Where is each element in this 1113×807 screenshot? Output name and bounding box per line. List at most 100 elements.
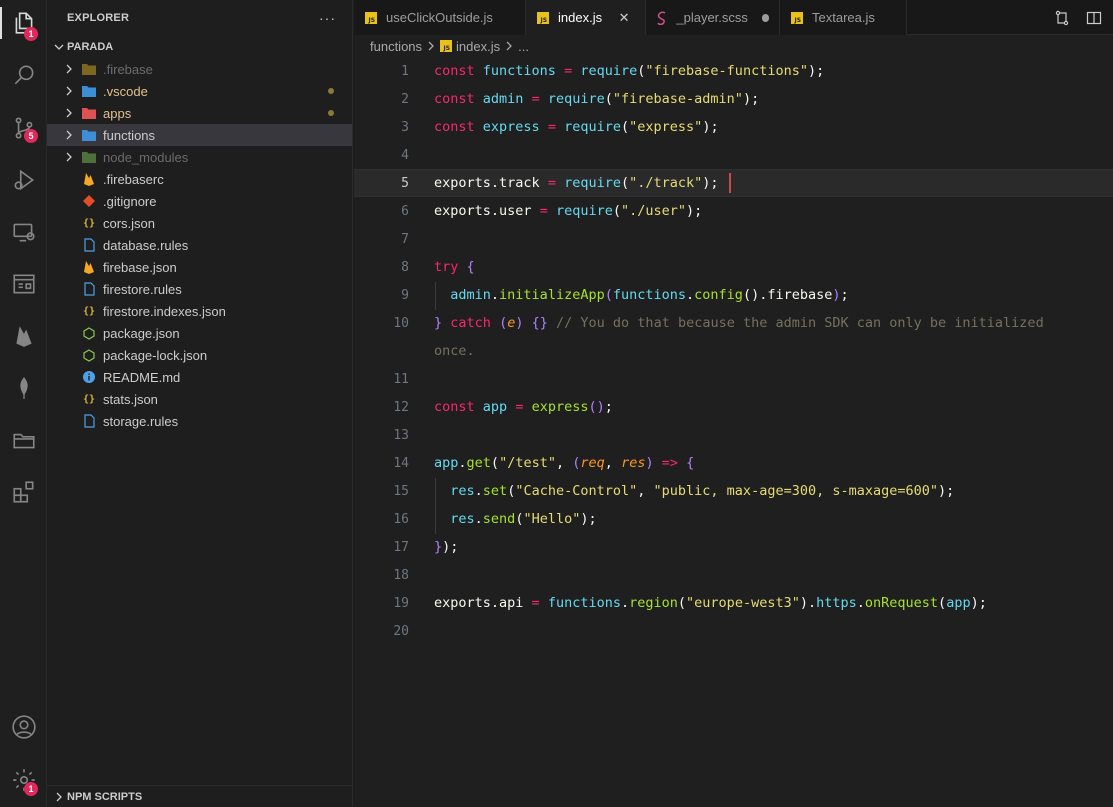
json-icon: {} [82,305,96,317]
folder-icon[interactable] [0,420,47,460]
code-line: 12 const app = express(); [354,393,1113,421]
tree-item-label: database.rules [103,237,189,253]
tree-item-label: .firebase [103,61,153,77]
line-number: 11 [393,371,409,387]
line-number: 9 [401,287,409,303]
remote-explorer-icon[interactable] [0,212,47,252]
code-editor[interactable]: 1 const functions = require("firebase-fun… [354,57,1113,807]
tree-item-label: storage.rules [103,413,179,429]
source-control-icon[interactable]: 5 [0,108,47,148]
editor-actions [1053,0,1103,35]
tree-item-file[interactable]: {} stats.json [47,388,352,410]
tree-item-node-modules-folder[interactable]: node_modules [47,146,352,168]
tree-item-label: apps [103,105,132,121]
tab-textarea[interactable]: JS Textarea.js [780,0,907,35]
firebase-icon[interactable] [0,316,47,356]
json-icon: {} [82,393,96,405]
code-line: 4 [354,141,1113,169]
tree-item-vscode-folder[interactable]: .vscode [47,80,352,102]
tree-item-apps-folder[interactable]: apps [47,102,352,124]
code-line: 20 [354,617,1113,645]
tree-item-file[interactable]: README.md [47,366,352,388]
files-icon[interactable]: 1 [0,3,47,43]
js-icon: JS [440,40,453,52]
npm-scripts-section[interactable]: NPM SCRIPTS [47,785,353,807]
split-editor-icon[interactable] [1085,9,1103,27]
tab-index-js[interactable]: JS index.js ✕ [526,0,646,35]
breadcrumb-folder[interactable]: functions [370,39,422,54]
search-icon[interactable] [0,55,47,95]
tab-player-scss[interactable]: _player.scss [646,0,780,35]
explorer-sidebar: EXPLORER ··· PARADA .firebase .vscode ap… [47,0,353,807]
explorer-badge: 1 [24,27,38,41]
tree-item-file[interactable]: storage.rules [47,410,352,432]
code-line: 8 try { [354,253,1113,281]
workspace-root[interactable]: PARADA [47,36,352,58]
tab-useclickoutside[interactable]: JS useClickOutside.js [354,0,526,35]
open-changes-icon[interactable] [1053,9,1071,27]
breadcrumb-ellipsis[interactable]: ... [518,39,529,54]
extensions-panel-icon[interactable] [0,264,47,304]
tree-item-file[interactable]: package-lock.json [47,344,352,366]
code-line: 17}); [354,533,1113,561]
line-number: 2 [401,91,409,107]
folder-icon [81,61,97,77]
chevron-right-icon [504,39,514,54]
tree-item-label: stats.json [103,391,158,407]
tree-item-file[interactable]: firebase.json [47,256,352,278]
tab-label: Textarea.js [812,10,875,25]
line-number: 16 [393,511,409,527]
tree-item-label: functions [103,127,156,143]
code-line: 10} catch (e) {} // You do that because … [354,309,1113,337]
account-icon[interactable] [0,707,47,747]
tree-item-file[interactable]: .firebaserc [47,168,352,190]
line-number: 17 [393,539,409,555]
tree-item-file[interactable]: {} firestore.indexes.json [47,300,352,322]
code-line: 14 app.get("/test", (req, res) => { [354,449,1113,477]
code-line: 19 exports.api = functions.region("europe… [354,589,1113,617]
breadcrumb-file[interactable]: index.js [456,39,500,54]
line-number: 5 [401,175,409,191]
file-icon [81,413,97,429]
code-line: 13 [354,421,1113,449]
code-line: 6 exports.user = require("./user"); [354,197,1113,225]
svg-text:JS: JS [794,17,802,24]
code-line-wrap: once. [434,343,475,359]
line-number: 4 [401,147,409,163]
tab-label: index.js [558,10,603,25]
tree-item-file[interactable]: firestore.rules [47,278,352,300]
workspace-root-label: PARADA [67,41,114,53]
tree-item-label: .vscode [103,83,148,99]
code-line: 1 const functions = require("firebase-fun… [354,57,1113,85]
tree-item-label: firestore.indexes.json [103,303,226,319]
tree-item-label: .firebaserc [103,171,164,187]
tree-item-file[interactable]: .gitignore [47,190,352,212]
line-number: 1 [401,63,409,79]
tree-item-file[interactable]: database.rules [47,234,352,256]
modified-dot [328,110,334,116]
line-number: 3 [401,119,409,135]
extensions-icon[interactable] [0,472,47,512]
explorer-title: EXPLORER [67,12,130,24]
run-debug-icon[interactable] [0,160,47,200]
line-number: 19 [393,595,409,611]
node-icon [81,325,97,341]
tree-item-firebase-folder[interactable]: .firebase [47,58,352,80]
npm-scripts-label: NPM SCRIPTS [67,790,143,803]
js-icon: JS [536,11,550,25]
firebase-file-icon [81,171,97,187]
code-line: 9 admin.initializeApp(functions.config()… [354,281,1113,309]
tree-item-label: package.json [103,325,180,341]
js-icon: JS [364,11,378,25]
tree-item-file[interactable]: package.json [47,322,352,344]
mongodb-leaf-icon[interactable] [0,368,47,408]
tree-item-file[interactable]: {} cors.json [47,212,352,234]
settings-gear-icon[interactable]: 1 [0,760,47,800]
chevron-right-icon [61,86,77,96]
close-icon[interactable]: ✕ [616,10,632,26]
json-icon: {} [82,217,96,229]
tree-item-functions-folder[interactable]: functions [47,124,352,146]
tree-item-label: firebase.json [103,259,177,275]
more-actions-button[interactable]: ··· [319,10,336,26]
line-number: 15 [393,483,409,499]
